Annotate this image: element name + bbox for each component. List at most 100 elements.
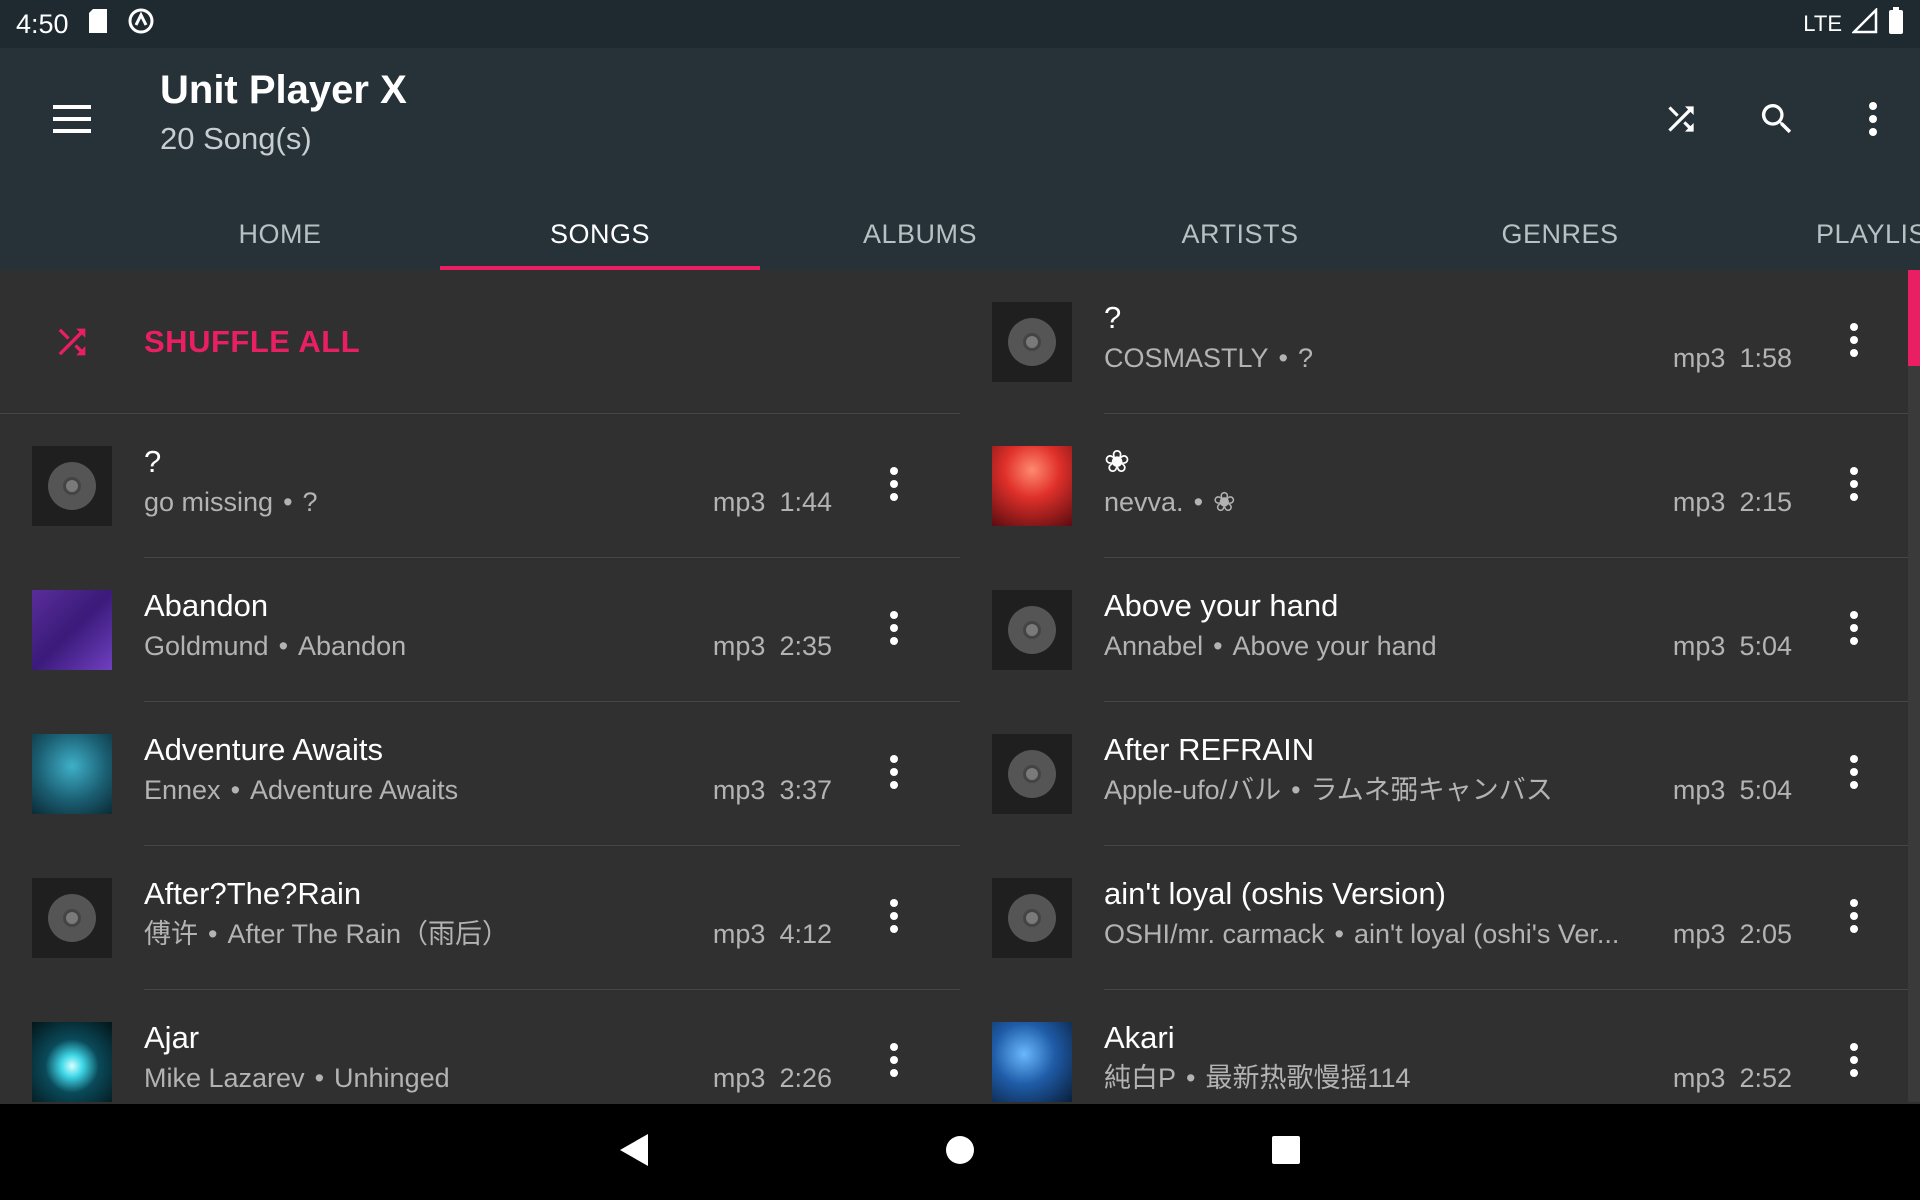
album-art [992, 1022, 1072, 1102]
separator-dot: • [1186, 1063, 1196, 1093]
song-row[interactable]: ain't loyal (oshis Version) OSHI/mr. carm… [960, 846, 1920, 990]
song-format: mp3 [1672, 343, 1726, 373]
song-overflow-button[interactable] [864, 744, 924, 804]
song-subtitle: 傅许 • After The Rain（雨后） [144, 916, 664, 952]
shuffle-icon [32, 322, 112, 362]
scrollbar-track[interactable] [1908, 366, 1920, 1102]
status-time: 4:50 [16, 8, 69, 39]
song-meta: mp3 5:04 [1673, 772, 1792, 808]
song-duration: 2:15 [1739, 487, 1792, 517]
song-row[interactable]: Adventure Awaits Ennex • Adventure Awaits mp… [0, 702, 960, 846]
song-subtitle: Mike Lazarev • Unhinged [144, 1060, 664, 1096]
song-row[interactable]: Akari 純白P • 最新热歌慢摇114 mp3 2:52 [960, 990, 1920, 1102]
home-circle-icon [945, 1135, 975, 1170]
song-overflow-button[interactable] [1824, 312, 1884, 372]
song-row[interactable]: After?The?Rain 傅许 • After The Rain（雨后） mp3 4:… [0, 846, 960, 990]
tab-home[interactable]: HOME [120, 198, 440, 270]
song-overflow-button[interactable] [1824, 1032, 1884, 1092]
song-meta: mp3 4:12 [713, 916, 832, 952]
overflow-menu-button[interactable] [1840, 88, 1906, 154]
song-overflow-button[interactable] [1824, 888, 1884, 948]
song-subtitle: OSHI/mr. carmack • ain't loyal (oshi's Ver… [1104, 916, 1624, 952]
separator-dot: • [230, 775, 241, 805]
song-overflow-button[interactable] [864, 456, 924, 516]
more-vert-icon [1849, 466, 1859, 506]
song-subtitle: go missing •? [144, 484, 664, 520]
song-title: ain't loyal (oshis Version) [1104, 876, 1446, 911]
back-button[interactable] [594, 1112, 674, 1192]
song-title: Adventure Awaits [144, 732, 383, 767]
tab-songs[interactable]: SONGS [440, 198, 760, 270]
song-row[interactable]: ? COSMASTLY •? mp3 1:58 [960, 270, 1920, 414]
song-overflow-button[interactable] [864, 1032, 924, 1092]
more-vert-icon [889, 754, 899, 794]
song-row[interactable]: ❀ nevva. • ❀ mp3 2:15 [960, 414, 1920, 558]
song-album: Abandon [298, 631, 407, 661]
song-count: 20 Song(s) [160, 121, 312, 156]
song-artist: Annabel [1104, 631, 1204, 661]
song-subtitle: Goldmund • Abandon [144, 628, 664, 664]
tab-albums[interactable]: ALBUMS [760, 198, 1080, 270]
separator-dot: • [1278, 343, 1288, 373]
recents-button[interactable] [1246, 1112, 1326, 1192]
song-overflow-button[interactable] [1824, 456, 1884, 516]
song-overflow-button[interactable] [864, 888, 924, 948]
song-artist: OSHI/mr. carmack [1104, 919, 1325, 949]
album-art [992, 590, 1072, 670]
song-artist: Mike Lazarev [144, 1063, 305, 1093]
more-vert-icon [889, 466, 899, 506]
shuffle-all-label: SHUFFLE ALL [144, 324, 361, 359]
album-art [32, 1022, 112, 1102]
song-row[interactable]: Ajar Mike Lazarev • Unhinged mp3 2:26 [0, 990, 960, 1102]
song-album: ? [302, 487, 318, 517]
album-art [992, 734, 1072, 814]
album-art [32, 878, 112, 958]
song-title: After?The?Rain [144, 876, 362, 911]
song-row[interactable]: Abandon Goldmund • Abandon mp3 2:35 [0, 558, 960, 702]
tab-genres[interactable]: GENRES [1400, 198, 1720, 270]
default-album-art-icon [1008, 750, 1056, 798]
song-title: ? [1104, 300, 1122, 335]
song-format: mp3 [1672, 1063, 1726, 1093]
song-format: mp3 [1672, 775, 1726, 805]
scrollbar-thumb[interactable] [1908, 270, 1920, 366]
sync-status-icon [127, 7, 155, 42]
separator-dot: • [314, 1063, 325, 1093]
song-overflow-button[interactable] [1824, 600, 1884, 660]
song-album: Adventure Awaits [250, 775, 459, 805]
hamburger-icon [53, 104, 91, 138]
song-row[interactable]: After REFRAIN Apple-ufo/バル • ラムネ弼キャンバス mp3 5:… [960, 702, 1920, 846]
home-button[interactable] [920, 1112, 1000, 1192]
song-row[interactable]: Above your hand Annabel • Above your hand mp… [960, 558, 1920, 702]
shuffle-button[interactable] [1648, 88, 1714, 154]
song-meta: mp3 2:15 [1673, 484, 1792, 520]
song-overflow-button[interactable] [864, 600, 924, 660]
album-art [32, 734, 112, 814]
song-album: Above your hand [1232, 631, 1437, 661]
album-art [992, 878, 1072, 958]
song-artist: 傅许 [144, 919, 198, 949]
song-title: ❀ [1104, 444, 1130, 479]
shuffle-all-button[interactable]: SHUFFLE ALL [0, 270, 960, 414]
song-format: mp3 [712, 919, 766, 949]
song-overflow-button[interactable] [1824, 744, 1884, 804]
song-format: mp3 [1672, 487, 1726, 517]
separator-dot: • [283, 487, 293, 517]
song-meta: mp3 5:04 [1673, 628, 1792, 664]
search-button[interactable] [1744, 88, 1810, 154]
song-subtitle: Apple-ufo/バル • ラムネ弼キャンバス [1104, 772, 1624, 808]
song-duration: 1:58 [1739, 343, 1792, 373]
tab-artists[interactable]: ARTISTS [1080, 198, 1400, 270]
song-list: SHUFFLE ALL ? go missing •? mp3 1:44 Abandon G… [0, 270, 1920, 1102]
song-format: mp3 [712, 487, 766, 517]
menu-button[interactable] [44, 93, 100, 149]
tab-playlist[interactable]: PLAYLIST [1720, 198, 1920, 270]
song-artist: go missing [144, 487, 274, 517]
song-row[interactable]: ? go missing •? mp3 1:44 [0, 414, 960, 558]
song-artist: nevva. [1104, 487, 1184, 517]
song-title: Abandon [144, 588, 269, 623]
song-format: mp3 [712, 1063, 766, 1093]
song-album: ? [1297, 343, 1314, 373]
song-duration: 4:12 [779, 919, 832, 949]
system-nav-bar [0, 1104, 1920, 1200]
